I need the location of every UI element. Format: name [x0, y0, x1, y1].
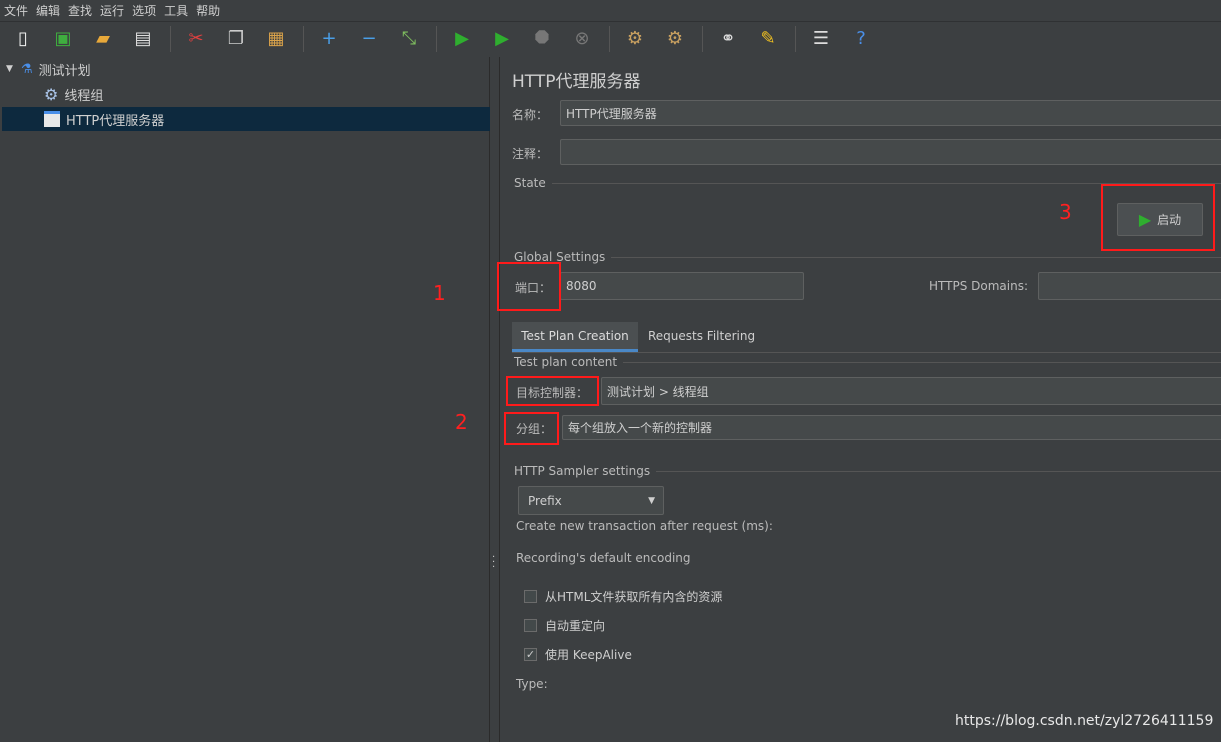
- templates-icon[interactable]: ▣: [50, 26, 76, 52]
- new-icon[interactable]: ▯: [10, 26, 36, 52]
- annotation-number-1: 1: [433, 281, 446, 305]
- tree-node-test-plan[interactable]: ▼ ⚗ 测试计划: [6, 57, 91, 81]
- drag-handle-icon[interactable]: · · ·: [492, 553, 495, 573]
- save-icon[interactable]: ▤: [130, 26, 156, 52]
- https-domains-input[interactable]: [1038, 272, 1221, 300]
- toolbar-separator: [436, 26, 437, 52]
- menu-item-6[interactable]: 帮助: [196, 2, 220, 19]
- toggle-icon[interactable]: ⤡: [396, 26, 422, 52]
- comment-input[interactable]: [560, 139, 1221, 165]
- annotation-box-port: [497, 262, 561, 311]
- start-icon[interactable]: ▶: [449, 26, 475, 52]
- proxy-icon: [44, 111, 60, 127]
- cut-icon[interactable]: ✂: [183, 26, 209, 52]
- help-icon[interactable]: ?: [848, 26, 874, 52]
- copy-icon[interactable]: ❐: [223, 26, 249, 52]
- checkbox-1[interactable]: 自动重定向: [524, 617, 605, 634]
- menu-item-2[interactable]: 查找: [68, 2, 92, 19]
- http-sampler-legend: HTTP Sampler settings: [514, 464, 651, 478]
- tab-requests-filtering[interactable]: Requests Filtering: [648, 329, 755, 343]
- test-plan-content-legend: Test plan content: [514, 355, 618, 369]
- flask-icon: ⚗: [20, 61, 33, 77]
- transaction-label: Create new transaction after request (ms…: [516, 519, 773, 533]
- annotation-box-target: [506, 376, 599, 406]
- prefix-dropdown[interactable]: Prefix ▼: [518, 486, 664, 515]
- comment-label: 注释：: [512, 147, 549, 161]
- menu-item-5[interactable]: 工具: [164, 2, 188, 19]
- expand-arrow-icon[interactable]: ▼: [6, 64, 13, 74]
- toolbar: ▯ ▣ ▰ ▤ ✂ ❐ ▦ + − ⤡ ▶ ▶ ⯃ ⊗ ⚙ ⚙ ⚭ ✎ ☰?: [0, 21, 1221, 56]
- clear-icon[interactable]: ⚙: [622, 26, 648, 52]
- tree-node-http-proxy[interactable]: HTTP代理服务器: [2, 107, 490, 131]
- menu-item-0[interactable]: 文件: [4, 2, 28, 19]
- checkbox-box[interactable]: [524, 590, 537, 603]
- toolbar-separator: [609, 26, 610, 52]
- tree-node-thread-group[interactable]: ⚙ 线程组: [44, 82, 103, 106]
- menu-item-1[interactable]: 编辑: [36, 2, 60, 19]
- stop-icon[interactable]: ⯃: [529, 26, 555, 52]
- function-helper-icon[interactable]: ☰: [808, 26, 834, 52]
- checkbox-label: 自动重定向: [545, 619, 606, 633]
- annotation-box-start: [1101, 184, 1215, 251]
- watermark: https://blog.csdn.net/zyl2726411159: [955, 713, 1214, 729]
- tab-divider: [512, 352, 1221, 353]
- toolbar-separator: [795, 26, 796, 52]
- shutdown-icon[interactable]: ⊗: [569, 26, 595, 52]
- toolbar-separator: [170, 26, 171, 52]
- gear-icon: ⚙: [44, 84, 59, 104]
- annotation-box-grouping: [504, 412, 559, 445]
- name-label: 名称：: [512, 108, 549, 122]
- reset-search-icon[interactable]: ✎: [755, 26, 781, 52]
- collapse-icon[interactable]: −: [356, 26, 382, 52]
- start-no-pauses-icon[interactable]: ▶: [489, 26, 515, 52]
- port-input[interactable]: 8080: [560, 272, 804, 300]
- proxy-panel: HTTP代理服务器 名称： HTTP代理服务器 注释： State ▶ 启动 G…: [500, 57, 1221, 742]
- checkbox-label: 使用 KeepAlive: [545, 648, 632, 662]
- encoding-label: Recording's default encoding: [516, 551, 691, 565]
- target-controller-select[interactable]: 测试计划 > 线程组: [601, 377, 1221, 405]
- menu-bar: 文件 编辑 查找 运行 选项 工具 帮助: [0, 0, 1221, 20]
- page-title: HTTP代理服务器: [512, 72, 641, 92]
- toolbar-separator: [702, 26, 703, 52]
- toolbar-separator: [303, 26, 304, 52]
- menu-item-3[interactable]: 运行: [100, 2, 124, 19]
- annotation-number-2: 2: [455, 410, 468, 434]
- clear-all-icon[interactable]: ⚙: [662, 26, 688, 52]
- name-input[interactable]: HTTP代理服务器: [560, 100, 1221, 126]
- checkmark-icon[interactable]: ✓: [524, 648, 537, 661]
- menu-item-4[interactable]: 选项: [132, 2, 156, 19]
- annotation-number-3: 3: [1059, 200, 1072, 224]
- paste-icon[interactable]: ▦: [263, 26, 289, 52]
- https-domains-label: HTTPS Domains:: [929, 279, 1028, 293]
- tab-test-plan-creation[interactable]: Test Plan Creation: [512, 322, 638, 352]
- checkbox-label: 从HTML文件获取所有内含的资源: [545, 590, 723, 604]
- dropdown-arrow-icon: ▼: [648, 495, 655, 506]
- state-legend: State: [514, 176, 546, 190]
- splitter[interactable]: · · ·: [490, 57, 500, 742]
- search-icon[interactable]: ⚭: [715, 26, 741, 52]
- checkbox-box[interactable]: [524, 619, 537, 632]
- test-plan-tree[interactable]: ▼ ⚗ 测试计划 ⚙ 线程组 HTTP代理服务器: [0, 57, 490, 742]
- checkbox-0[interactable]: 从HTML文件获取所有内含的资源: [524, 588, 722, 605]
- grouping-select[interactable]: 每个组放入一个新的控制器: [562, 415, 1221, 440]
- expand-icon[interactable]: +: [316, 26, 342, 52]
- checkbox-2[interactable]: ✓ 使用 KeepAlive: [524, 646, 632, 663]
- type-label: Type:: [516, 677, 548, 691]
- open-icon[interactable]: ▰: [90, 26, 116, 52]
